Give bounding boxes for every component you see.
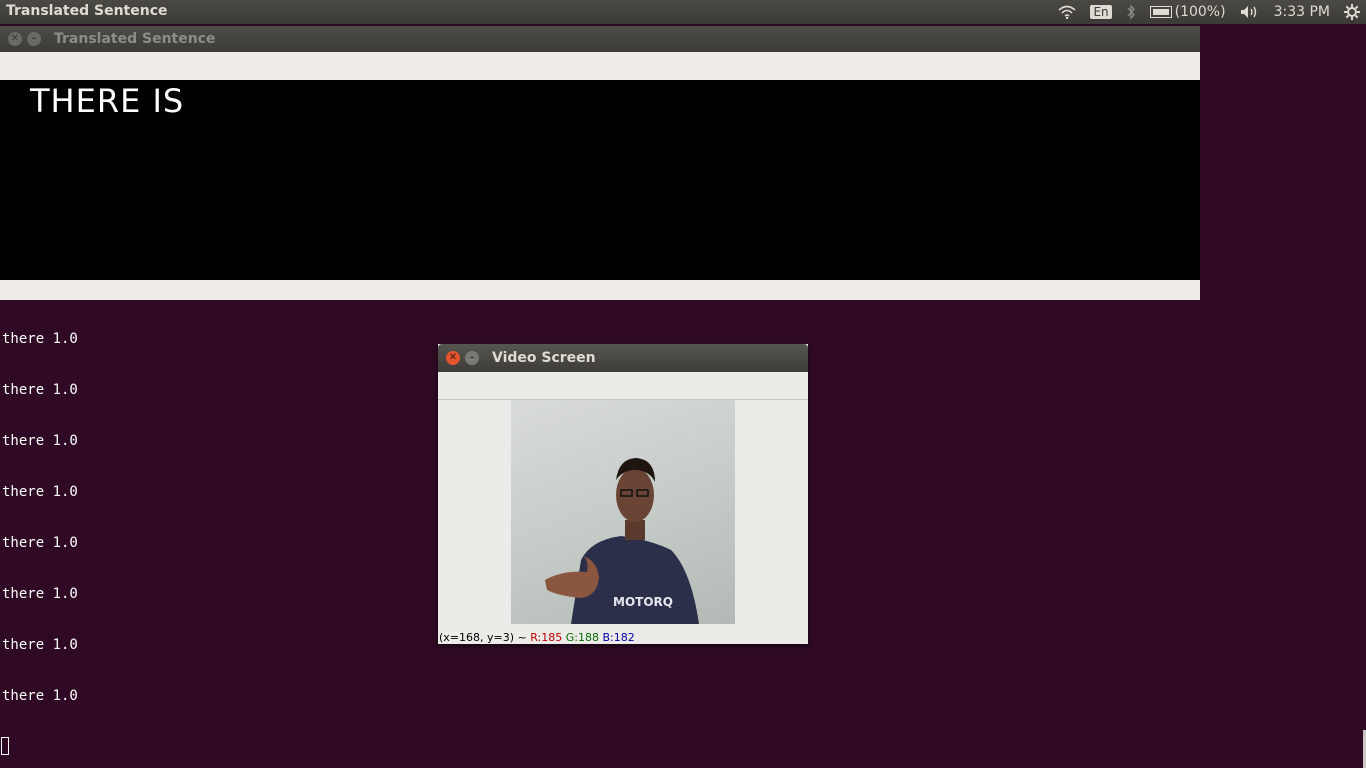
video-screen-window: ✕ – Video Screen MOTORQ (x=168, y=3) ~ R… — [438, 344, 808, 644]
pixel-red-value: R:185 — [530, 631, 563, 644]
top-panel: Translated Sentence En (100%) 3:33 PM — [0, 0, 1366, 24]
webcam-frame: MOTORQ — [511, 400, 735, 624]
settings-gear-icon[interactable] — [1344, 4, 1360, 20]
battery-indicator[interactable]: (100%) — [1149, 4, 1226, 20]
terminal-line: there 1.0 — [2, 535, 78, 551]
volume-icon[interactable] — [1240, 5, 1260, 19]
terminal-cursor — [1, 737, 9, 755]
pixel-coords: (x=168, y=3) ~ — [439, 631, 527, 644]
terminal-line: there 1.0 — [2, 586, 78, 602]
pixel-green-value: G:188 — [565, 631, 599, 644]
battery-percent: (100%) — [1174, 4, 1226, 20]
pixel-blue-value: B:182 — [602, 631, 635, 644]
clock[interactable]: 3:33 PM — [1274, 4, 1330, 20]
translated-sentence-window: ✕ – Translated Sentence THERE IS — [0, 26, 1200, 300]
terminal-line: there 1.0 — [2, 688, 78, 704]
minimize-icon[interactable]: – — [465, 351, 479, 365]
active-app-title: Translated Sentence — [6, 3, 168, 19]
indicator-area: En (100%) 3:33 PM — [1058, 0, 1366, 24]
keyboard-layout-label: En — [1090, 5, 1112, 19]
pixel-info-status: (x=168, y=3) ~ R:185 G:188 B:182 — [439, 631, 635, 644]
window-title: Translated Sentence — [54, 31, 216, 47]
terminal-line: there 1.0 — [2, 382, 78, 398]
close-icon[interactable]: ✕ — [8, 32, 22, 46]
bluetooth-icon[interactable] — [1126, 4, 1136, 20]
battery-icon — [1149, 6, 1172, 18]
keyboard-layout-indicator[interactable]: En — [1090, 5, 1112, 19]
window-title-bar[interactable]: ✕ – Video Screen — [438, 344, 808, 372]
terminal-line: there 1.0 — [2, 433, 78, 449]
translated-sentence-text: THERE IS — [30, 82, 185, 120]
person-image: MOTORQ — [545, 458, 699, 624]
terminal-line: there 1.0 — [2, 331, 78, 347]
close-icon[interactable]: ✕ — [446, 351, 460, 365]
minimize-icon[interactable]: – — [27, 32, 41, 46]
sentence-canvas: THERE IS — [0, 80, 1200, 280]
window-toolbar — [438, 372, 808, 400]
window-title-bar[interactable]: ✕ – Translated Sentence — [0, 26, 1200, 52]
wifi-icon[interactable] — [1058, 5, 1076, 19]
terminal-line: there 1.0 — [2, 484, 78, 500]
window-title: Video Screen — [492, 350, 596, 366]
terminal-line: there 1.0 — [2, 637, 78, 653]
shirt-logo-text: MOTORQ — [613, 595, 673, 609]
